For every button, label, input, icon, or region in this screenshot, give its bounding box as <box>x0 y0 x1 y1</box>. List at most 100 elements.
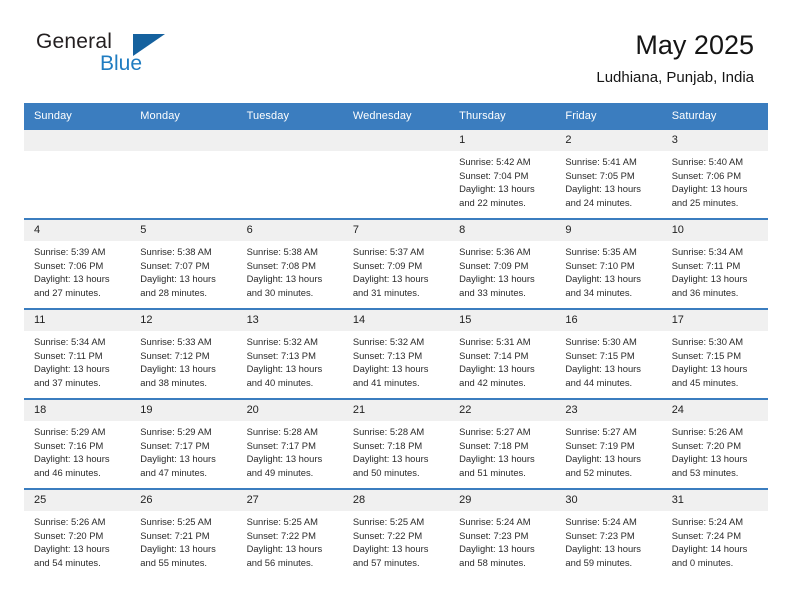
day-number: 27 <box>236 490 343 511</box>
calendar-day-cell[interactable]: 4 Sunrise: 5:39 AM Sunset: 7:06 PM Daylight… <box>24 218 131 309</box>
day-number: 16 <box>555 310 662 331</box>
calendar-day-cell[interactable]: 16 Sunrise: 5:30 AM Sunset: 7:15 PM Dayligh… <box>555 308 662 399</box>
calendar-day-cell[interactable]: 14 Sunrise: 5:32 AM Sunset: 7:13 PM Dayligh… <box>342 308 450 399</box>
sunset-time: Sunset: 7:06 PM <box>34 259 104 271</box>
calendar-day-cell[interactable]: 11 Sunrise: 5:34 AM Sunset: 7:11 PM Dayligh… <box>24 308 131 399</box>
day-details: Sunrise: 5:26 AM Sunset: 7:20 PM Daylight:… <box>24 511 130 569</box>
calendar-day-cell[interactable]: 31 Sunrise: 5:24 AM Sunset: 7:24 PM Dayligh… <box>661 488 768 578</box>
daylight-duration-line2: and 38 minutes. <box>140 376 207 388</box>
day-number: 21 <box>342 400 450 421</box>
calendar-day-cell[interactable]: 23 Sunrise: 5:27 AM Sunset: 7:19 PM Dayligh… <box>555 398 662 489</box>
calendar-day-cell[interactable]: 18 Sunrise: 5:29 AM Sunset: 7:16 PM Dayligh… <box>24 398 131 489</box>
calendar-day-cell[interactable]: 3 Sunrise: 5:40 AM Sunset: 7:06 PM Daylight… <box>661 128 768 219</box>
calendar-day-cell[interactable]: 21 Sunrise: 5:28 AM Sunset: 7:18 PM Dayligh… <box>342 398 450 489</box>
sunrise-time: Sunrise: 5:40 AM <box>671 156 744 167</box>
calendar-day-cell[interactable]: 20 Sunrise: 5:28 AM Sunset: 7:17 PM Dayligh… <box>236 398 343 489</box>
calendar-day-cell[interactable]: 25 Sunrise: 5:26 AM Sunset: 7:20 PM Dayligh… <box>24 488 131 578</box>
daylight-duration-line1: Daylight: 13 hours <box>671 363 748 375</box>
sunset-time: Sunset: 7:20 PM <box>34 529 104 541</box>
day-number <box>24 130 131 151</box>
weekday-header-thursday: Thursday <box>449 103 556 129</box>
sunrise-time: Sunrise: 5:37 AM <box>352 246 425 257</box>
daylight-duration-line1: Daylight: 13 hours <box>459 273 535 285</box>
day-details: Sunrise: 5:29 AM Sunset: 7:17 PM Daylight:… <box>130 421 236 479</box>
day-number: 28 <box>342 490 450 511</box>
day-number: 19 <box>130 400 237 421</box>
calendar-day-cell[interactable]: 19 Sunrise: 5:29 AM Sunset: 7:17 PM Dayligh… <box>130 398 237 489</box>
daylight-duration-line1: Daylight: 13 hours <box>352 273 429 285</box>
day-details: Sunrise: 5:30 AM Sunset: 7:15 PM Daylight:… <box>555 331 661 389</box>
sunset-time: Sunset: 7:12 PM <box>140 349 210 361</box>
day-details: Sunrise: 5:37 AM Sunset: 7:09 PM Daylight:… <box>343 241 449 299</box>
daylight-duration-line1: Daylight: 13 hours <box>565 543 641 555</box>
calendar-day-cell[interactable]: 22 Sunrise: 5:27 AM Sunset: 7:18 PM Dayligh… <box>449 398 556 489</box>
day-details: Sunrise: 5:41 AM Sunset: 7:05 PM Daylight:… <box>555 151 661 209</box>
sunrise-time: Sunrise: 5:29 AM <box>140 426 212 437</box>
calendar-day-cell[interactable]: 13 Sunrise: 5:32 AM Sunset: 7:13 PM Dayligh… <box>236 308 343 399</box>
daylight-duration-line2: and 40 minutes. <box>246 376 314 388</box>
day-number: 4 <box>24 220 131 241</box>
sunset-time: Sunset: 7:07 PM <box>140 259 210 271</box>
daylight-duration-line2: and 59 minutes. <box>565 556 633 568</box>
calendar-day-cell[interactable]: 2 Sunrise: 5:41 AM Sunset: 7:05 PM Daylight… <box>555 128 662 219</box>
calendar-week-row: 25 Sunrise: 5:26 AM Sunset: 7:20 PM Dayligh… <box>24 488 768 578</box>
daylight-duration-line2: and 51 minutes. <box>459 466 526 478</box>
sunrise-time: Sunrise: 5:27 AM <box>459 426 531 437</box>
sunrise-time: Sunrise: 5:27 AM <box>565 426 637 437</box>
calendar-day-cell[interactable]: 30 Sunrise: 5:24 AM Sunset: 7:23 PM Dayligh… <box>555 488 662 578</box>
calendar-day-cell[interactable]: 27 Sunrise: 5:25 AM Sunset: 7:22 PM Dayligh… <box>236 488 343 578</box>
calendar-day-cell[interactable]: 26 Sunrise: 5:25 AM Sunset: 7:21 PM Dayligh… <box>130 488 237 578</box>
calendar-day-cell[interactable]: 7 Sunrise: 5:37 AM Sunset: 7:09 PM Daylight… <box>342 218 450 309</box>
daylight-duration-line2: and 58 minutes. <box>459 556 526 568</box>
day-details: Sunrise: 5:27 AM Sunset: 7:18 PM Daylight:… <box>449 421 555 479</box>
daylight-duration-line2: and 37 minutes. <box>34 376 101 388</box>
calendar-day-cell[interactable]: 8 Sunrise: 5:36 AM Sunset: 7:09 PM Daylight… <box>449 218 556 309</box>
sunrise-time: Sunrise: 5:42 AM <box>459 156 531 167</box>
calendar-day-cell[interactable]: 15 Sunrise: 5:31 AM Sunset: 7:14 PM Dayligh… <box>449 308 556 399</box>
calendar-day-cell[interactable]: 6 Sunrise: 5:38 AM Sunset: 7:08 PM Daylight… <box>236 218 343 309</box>
day-details: Sunrise: 5:32 AM Sunset: 7:13 PM Daylight:… <box>343 331 449 389</box>
daylight-duration-line1: Daylight: 13 hours <box>140 273 216 285</box>
day-number: 9 <box>555 220 662 241</box>
day-number: 30 <box>555 490 662 511</box>
weekday-header-friday: Friday <box>555 103 662 129</box>
title-block: May 2025 Ludhiana, Punjab, India <box>596 28 754 89</box>
calendar-day-cell[interactable]: 10 Sunrise: 5:34 AM Sunset: 7:11 PM Dayligh… <box>661 218 768 309</box>
sunset-time: Sunset: 7:08 PM <box>246 259 316 271</box>
day-number <box>342 130 450 151</box>
daylight-duration-line1: Daylight: 13 hours <box>565 363 641 375</box>
day-details: Sunrise: 5:25 AM Sunset: 7:22 PM Daylight:… <box>343 511 449 569</box>
daylight-duration-line2: and 24 minutes. <box>565 196 633 208</box>
calendar-day-cell[interactable]: 5 Sunrise: 5:38 AM Sunset: 7:07 PM Daylight… <box>130 218 237 309</box>
daylight-duration-line1: Daylight: 13 hours <box>352 543 429 555</box>
daylight-duration-line2: and 27 minutes. <box>34 286 101 298</box>
daylight-duration-line2: and 42 minutes. <box>459 376 526 388</box>
sunrise-time: Sunrise: 5:33 AM <box>140 336 212 347</box>
day-details: Sunrise: 5:25 AM Sunset: 7:21 PM Daylight:… <box>130 511 236 569</box>
day-details: Sunrise: 5:34 AM Sunset: 7:11 PM Daylight:… <box>662 241 768 299</box>
calendar-day-cell[interactable]: 9 Sunrise: 5:35 AM Sunset: 7:10 PM Daylight… <box>555 218 662 309</box>
calendar-day-cell[interactable]: 17 Sunrise: 5:30 AM Sunset: 7:15 PM Dayligh… <box>661 308 768 399</box>
sunrise-time: Sunrise: 5:38 AM <box>140 246 212 257</box>
calendar-week-row: 1 Sunrise: 5:42 AM Sunset: 7:04 PM Daylight… <box>24 128 768 219</box>
day-number <box>236 130 343 151</box>
daylight-duration-line2: and 53 minutes. <box>671 466 739 478</box>
day-details: Sunrise: 5:39 AM Sunset: 7:06 PM Daylight:… <box>24 241 130 299</box>
daylight-duration-line1: Daylight: 13 hours <box>140 543 216 555</box>
calendar-day-cell[interactable]: 28 Sunrise: 5:25 AM Sunset: 7:22 PM Dayligh… <box>342 488 450 578</box>
daylight-duration-line2: and 57 minutes. <box>352 556 420 568</box>
day-number: 5 <box>130 220 237 241</box>
logo-text-general: General <box>36 30 113 53</box>
calendar-day-cell[interactable]: 12 Sunrise: 5:33 AM Sunset: 7:12 PM Dayligh… <box>130 308 237 399</box>
calendar-day-cell[interactable]: 29 Sunrise: 5:24 AM Sunset: 7:23 PM Dayligh… <box>449 488 556 578</box>
calendar-day-cell[interactable]: 24 Sunrise: 5:26 AM Sunset: 7:20 PM Dayligh… <box>661 398 768 489</box>
weekday-header-sunday: Sunday <box>24 103 131 129</box>
daylight-duration-line2: and 33 minutes. <box>459 286 526 298</box>
calendar-day-cell[interactable]: 1 Sunrise: 5:42 AM Sunset: 7:04 PM Daylight… <box>449 128 556 219</box>
day-number: 7 <box>342 220 450 241</box>
sunrise-time: Sunrise: 5:32 AM <box>246 336 318 347</box>
day-number: 6 <box>236 220 343 241</box>
sunrise-time: Sunrise: 5:28 AM <box>246 426 318 437</box>
sunrise-time: Sunrise: 5:25 AM <box>140 516 212 527</box>
sunrise-time: Sunrise: 5:41 AM <box>565 156 637 167</box>
